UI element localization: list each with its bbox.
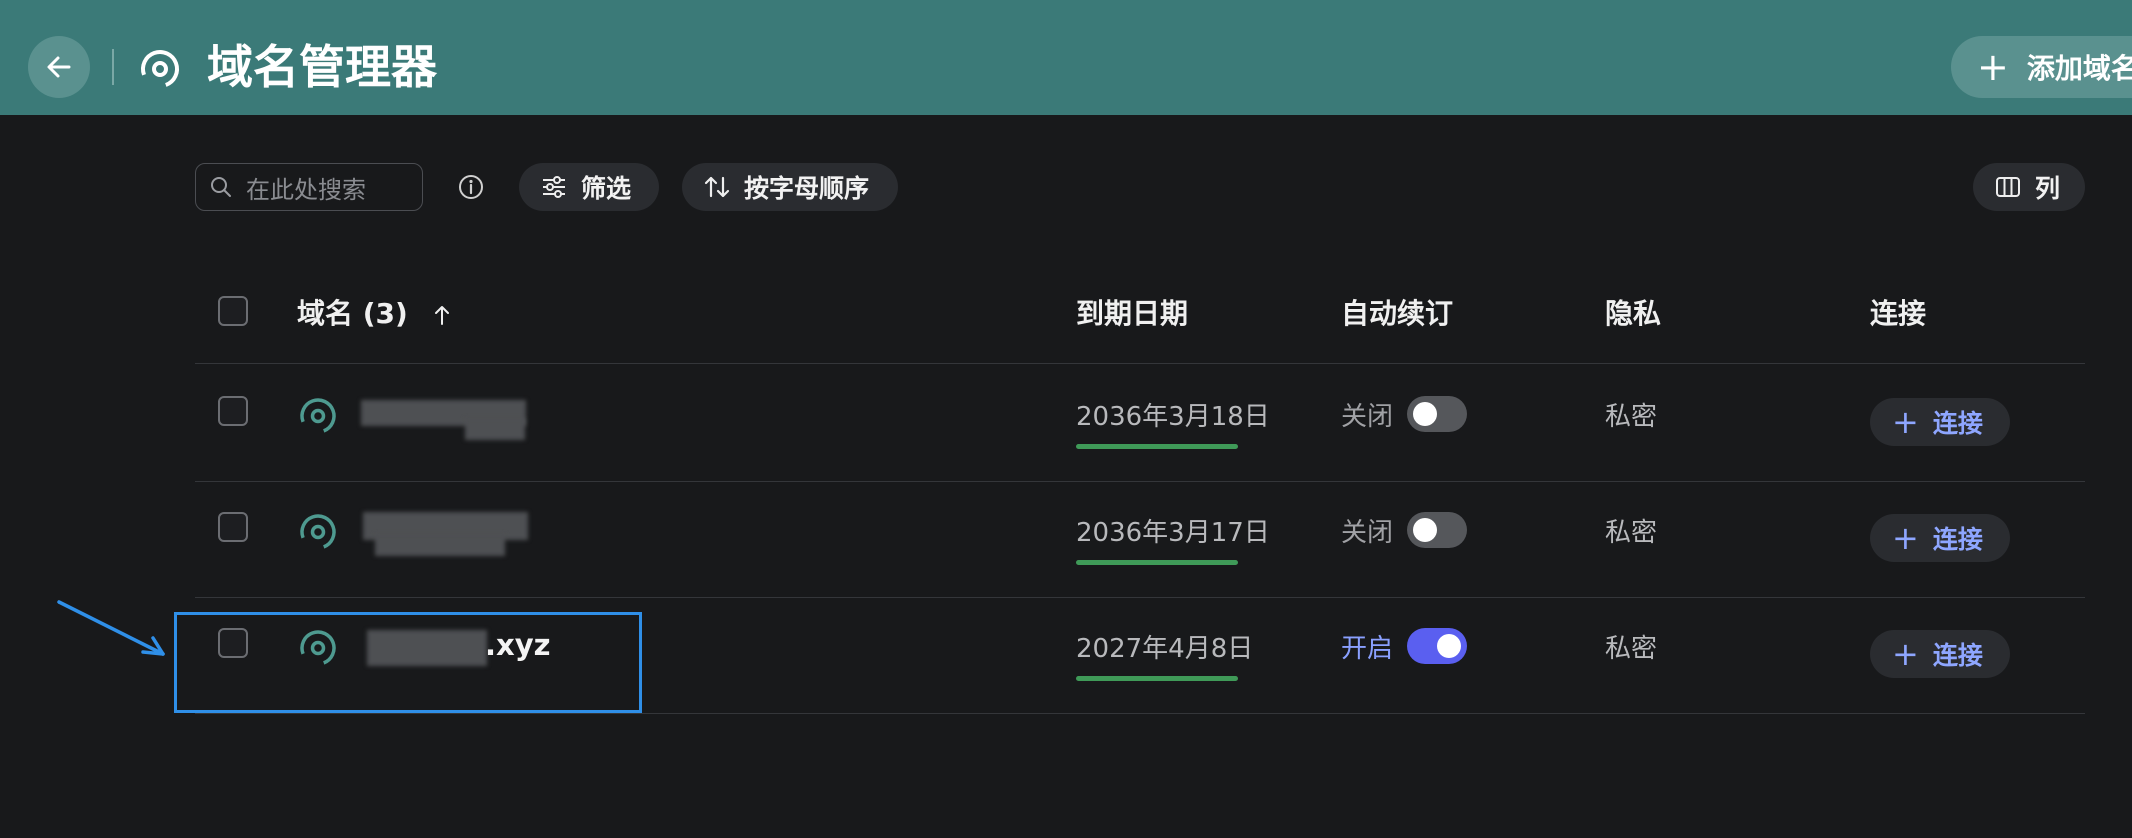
sort-arrows-icon [704,176,730,198]
privacy-status: 私密 [1605,634,1658,664]
columns-label: 列 [2035,174,2061,203]
arrow-left-icon [47,56,71,78]
toggle-knob [1437,634,1461,658]
table-row: 2036年3月18日 关闭 私密 + 连接 [195,366,2085,482]
plus-icon: + [1892,403,1919,441]
auto-renew-toggle[interactable] [1407,628,1467,664]
plus-icon: + [1977,45,2009,89]
table-header: 域名 (3) 到期日期 自动续订 隐私 连接 [195,258,2085,364]
privacy-status: 私密 [1605,402,1658,432]
table-row: 2036年3月17日 关闭 私密 + 连接 [195,482,2085,598]
search-input[interactable]: 在此处搜索 [195,163,423,211]
target-circle-icon [300,514,336,550]
auto-renew-toggle[interactable] [1407,396,1467,432]
header-divider [112,49,114,85]
info-icon[interactable] [457,173,485,201]
back-button[interactable] [28,36,90,98]
target-circle-icon [300,398,336,434]
column-header-connect: 连接 [1870,297,1927,330]
expiry-date: 2027年4月8日 [1076,634,1254,664]
row-checkbox[interactable] [218,396,248,426]
connect-label: 连接 [1932,641,1983,670]
sort-button[interactable]: 按字母顺序 [682,163,898,211]
row-checkbox[interactable] [218,512,248,542]
columns-icon [1996,177,2020,197]
column-header-domain[interactable]: 域名 (3) [297,292,452,332]
annotation-highlight-box [174,612,642,713]
filter-button[interactable]: 筛选 [519,163,659,211]
toggle-knob [1413,518,1437,542]
column-header-auto-renew: 自动续订 [1341,297,1454,330]
add-domain-label: 添加域名 [2026,52,2132,85]
expiry-progress-bar [1076,444,1238,449]
sliders-icon [543,176,565,198]
column-header-domain-label: 域名 (3) [297,297,408,330]
page-title: 域名管理器 [207,40,437,94]
connect-button[interactable]: + 连接 [1870,630,2010,678]
search-placeholder: 在此处搜索 [246,175,366,204]
expiry-date: 2036年3月17日 [1076,518,1270,548]
select-all-checkbox[interactable] [218,296,248,326]
auto-renew-status: 关闭 [1341,402,1394,432]
auto-renew-status: 关闭 [1341,518,1394,548]
connect-button[interactable]: + 连接 [1870,398,2010,446]
arrow-up-icon [434,306,449,325]
filter-label: 筛选 [581,174,632,203]
expiry-progress-bar [1076,676,1238,681]
auto-renew-toggle[interactable] [1407,512,1467,548]
expiry-date: 2036年3月18日 [1076,402,1270,432]
privacy-status: 私密 [1605,518,1658,548]
add-domain-button[interactable]: + 添加域名 [1951,36,2132,98]
connect-label: 连接 [1932,409,1983,438]
sort-label: 按字母顺序 [744,174,870,203]
column-header-privacy: 隐私 [1605,297,1662,330]
toggle-knob [1413,402,1437,426]
connect-button[interactable]: + 连接 [1870,514,2010,562]
expiry-progress-bar [1076,560,1238,565]
column-header-expiry: 到期日期 [1076,297,1189,330]
search-icon [211,177,231,197]
annotation-arrow-icon [57,600,165,656]
plus-icon: + [1892,519,1919,557]
target-circle-icon [141,50,179,88]
auto-renew-status: 开启 [1341,634,1394,664]
plus-icon: + [1892,635,1919,673]
columns-button[interactable]: 列 [1973,163,2085,211]
connect-label: 连接 [1932,525,1983,554]
app-header: 域名管理器 + 添加域名 [0,0,2132,115]
